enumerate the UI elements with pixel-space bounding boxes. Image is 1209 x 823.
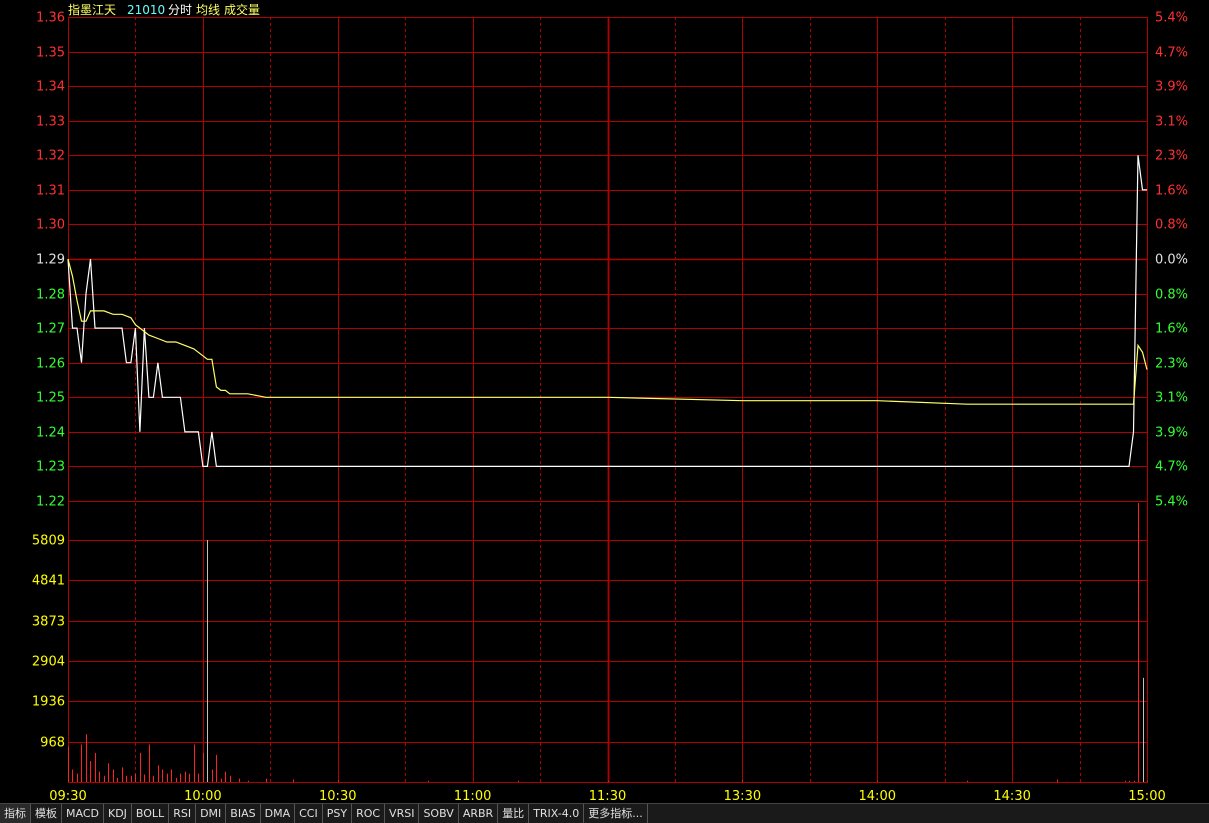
price-tick-label: 1.26 xyxy=(36,357,65,372)
tab-5[interactable]: RSI xyxy=(169,804,197,823)
pct-tick-label: 3.1% xyxy=(1155,115,1188,130)
volume-tick-label: 1936 xyxy=(32,695,65,710)
pct-tick-label: 5.4% xyxy=(1155,495,1188,510)
price-tick-label: 1.36 xyxy=(36,11,65,26)
pct-tick-label: 2.3% xyxy=(1155,149,1188,164)
time-tick-label: 10:30 xyxy=(319,789,356,803)
tab-9[interactable]: CCI xyxy=(295,804,323,823)
intraday-chart[interactable]: 1.36 5.4% 1.35 4.7% 1.34 3.9% 1.33 3.1% 1.32 2.3%… xyxy=(0,0,1209,803)
time-tick-label: 11:00 xyxy=(454,789,491,803)
time-tick-label: 14:30 xyxy=(993,789,1030,803)
time-tick-label: 11:30 xyxy=(589,789,626,803)
tab-3[interactable]: KDJ xyxy=(104,804,132,823)
volume-tick-label: 4841 xyxy=(32,574,65,589)
chart-header: 指墨江天 21010 分时 均线 成交量 xyxy=(68,2,260,17)
pct-tick-label: 0.8% xyxy=(1155,218,1188,233)
tab-4[interactable]: BOLL xyxy=(132,804,170,823)
price-tick-label: 1.33 xyxy=(36,115,65,130)
tab-10[interactable]: PSY xyxy=(323,804,353,823)
stock-name: 指墨江天 xyxy=(68,2,116,17)
label-fenshi: 分时 xyxy=(168,3,192,17)
pct-tick-label: 3.1% xyxy=(1155,391,1188,406)
price-tick-label: 1.35 xyxy=(36,46,65,61)
tab-15[interactable]: 量比 xyxy=(498,804,530,823)
price-tick-label: 1.28 xyxy=(36,288,65,303)
tab-13[interactable]: SOBV xyxy=(419,804,459,823)
time-tick-label: 10:00 xyxy=(184,789,221,803)
tab-12[interactable]: VRSI xyxy=(385,804,420,823)
price-tick-label: 1.27 xyxy=(36,322,65,337)
pct-tick-label: 3.9% xyxy=(1155,80,1188,95)
volume-tick-label: 2904 xyxy=(32,655,65,670)
price-tick-label: 1.25 xyxy=(36,391,65,406)
price-tick-label: 1.24 xyxy=(36,426,65,441)
pct-tick-label: 2.3% xyxy=(1155,357,1188,372)
indicator-tab-bar: 指标 模板 MACD KDJ BOLL RSI DMI BIAS DMA CCI PSY ROC VRS… xyxy=(0,803,1209,823)
time-tick-label: 14:00 xyxy=(859,789,896,803)
tab-6[interactable]: DMI xyxy=(196,804,227,823)
price-tick-label: 1.22 xyxy=(36,495,65,510)
volume-tick-label: 3873 xyxy=(32,615,65,630)
label-avg-line: 均线 xyxy=(196,3,220,17)
time-tick-label: 09:30 xyxy=(49,789,86,803)
tab-7[interactable]: BIAS xyxy=(226,804,261,823)
price-tick-label: 1.29 xyxy=(36,253,65,268)
price-tick-label: 1.31 xyxy=(36,184,65,199)
price-tick-label: 1.34 xyxy=(36,80,65,95)
tab-16[interactable]: TRIX-4.0 xyxy=(529,804,585,823)
price-tick-label: 1.30 xyxy=(36,218,65,233)
pct-tick-label: 4.7% xyxy=(1155,46,1188,61)
price-tick-label: 1.32 xyxy=(36,149,65,164)
pct-tick-label: 0.0% xyxy=(1155,253,1188,268)
volume-tick-label: 5809 xyxy=(32,534,65,549)
price-tick-label: 1.23 xyxy=(36,460,65,475)
tab-2[interactable]: MACD xyxy=(62,804,104,823)
tab-11[interactable]: ROC xyxy=(352,804,386,823)
pct-tick-label: 0.8% xyxy=(1155,288,1188,303)
tab-14[interactable]: ARBR xyxy=(459,804,499,823)
tab-1[interactable]: 模板 xyxy=(31,804,62,823)
pct-tick-label: 1.6% xyxy=(1155,322,1188,337)
time-tick-label: 13:30 xyxy=(724,789,761,803)
tab-8[interactable]: DMA xyxy=(261,804,296,823)
pct-tick-label: 5.4% xyxy=(1155,11,1188,26)
pct-tick-label: 4.7% xyxy=(1155,460,1188,475)
pct-tick-label: 3.9% xyxy=(1155,426,1188,441)
volume-tick-label: 968 xyxy=(40,736,65,751)
pct-tick-label: 1.6% xyxy=(1155,184,1188,199)
label-volume: 成交量 xyxy=(224,2,260,17)
tab-17[interactable]: 更多指标... xyxy=(584,804,648,823)
stock-code: 21010 xyxy=(127,3,165,17)
time-tick-label: 15:00 xyxy=(1128,789,1165,803)
tab-0[interactable]: 指标 xyxy=(0,804,31,823)
